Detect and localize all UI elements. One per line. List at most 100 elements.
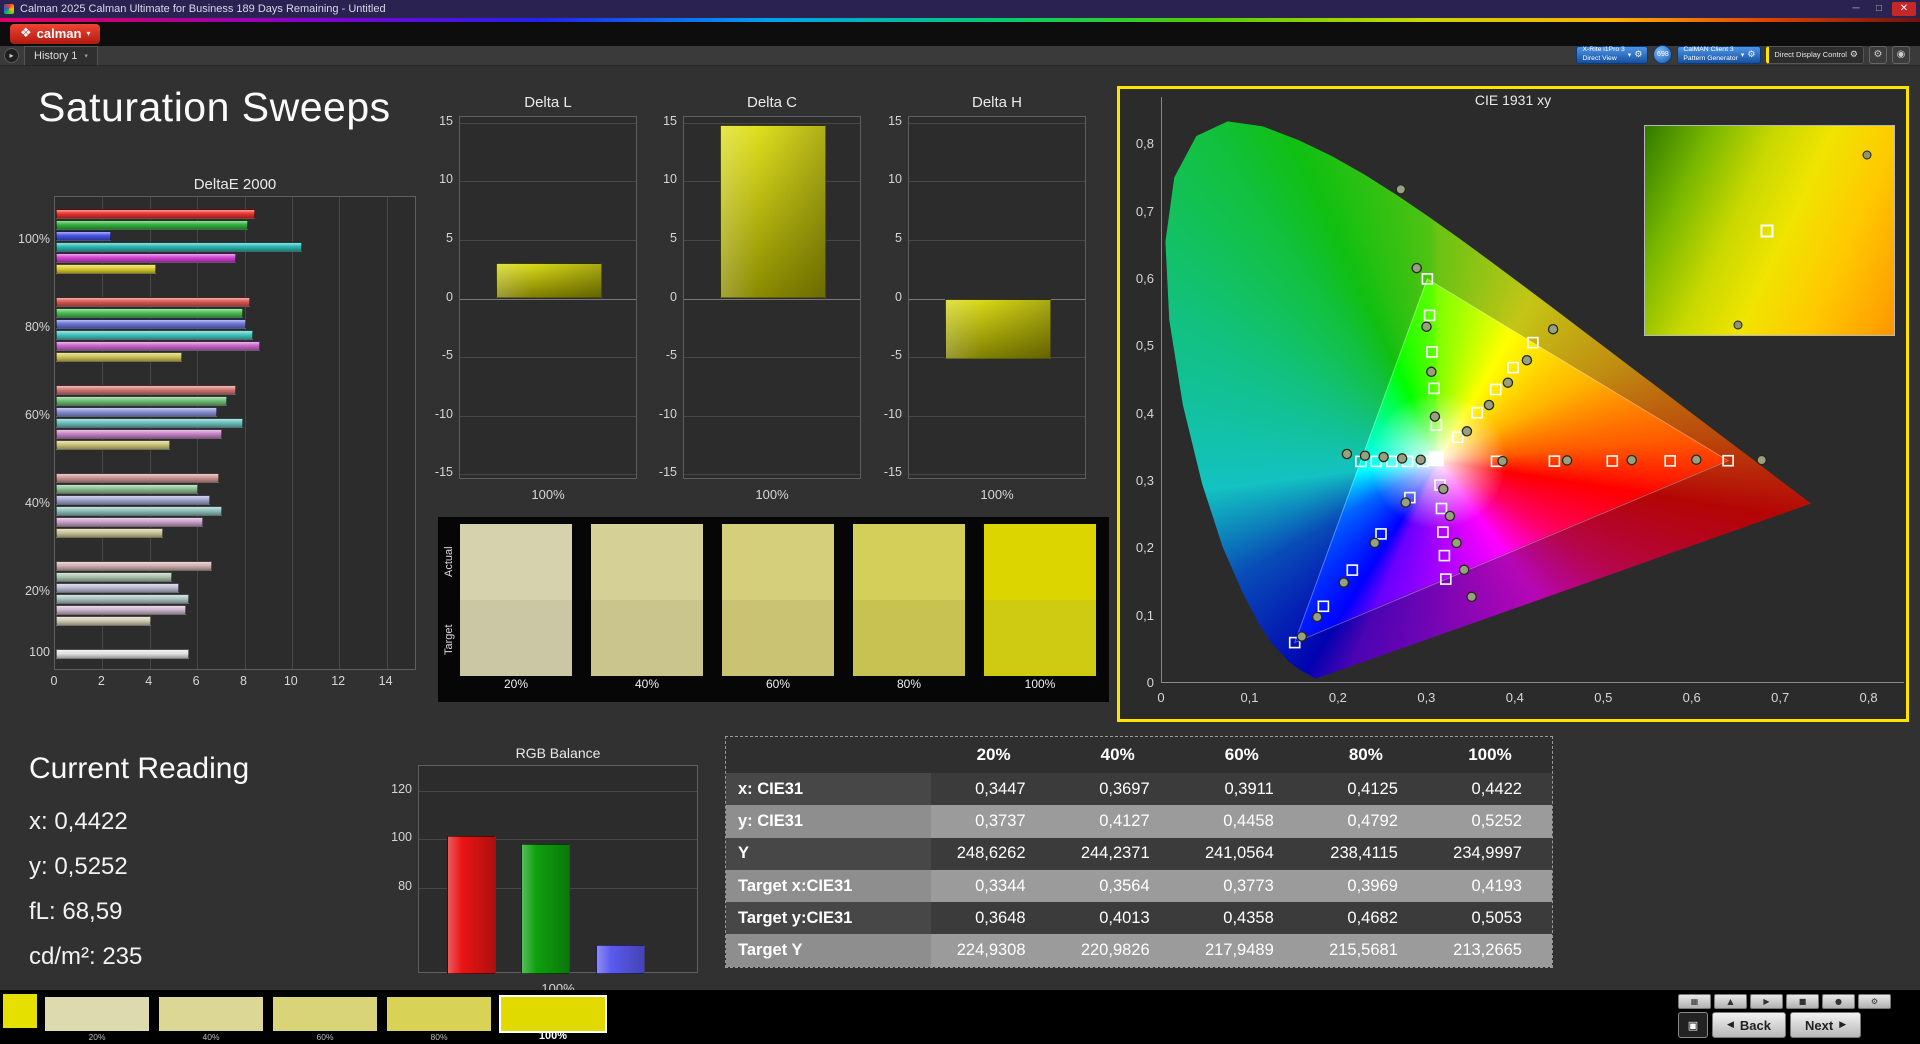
current-reading-panel: Current Reading x: 0,4422y: 0,5252fL: 68…: [29, 752, 249, 988]
pattern-strip: ▦▲▶■●⚙ ▣ ◀ Back Next ▶ 20%40%60%80%100%: [0, 990, 1920, 1044]
table-cell: 0,3773: [1180, 870, 1304, 902]
display-control-button[interactable]: Direct Display Control ⚙: [1766, 46, 1864, 64]
rgb-tick-label: 80: [378, 879, 412, 893]
target-point: [1437, 504, 1447, 514]
actual-swatch: [984, 524, 1096, 600]
maximize-button[interactable]: □: [1869, 2, 1889, 16]
record-button[interactable]: ●: [1822, 994, 1855, 1009]
measured-point: [1396, 185, 1405, 194]
deltae-bar: [56, 231, 111, 241]
source-line2: Pattern Generator: [1683, 55, 1737, 63]
delta-x-label: 100%: [459, 487, 637, 502]
cie-x-tick-label: 0,8: [1847, 690, 1891, 705]
deltae-bar: [56, 561, 212, 571]
table-cell: 0,3737: [931, 805, 1055, 837]
delta-tick-label: -15: [643, 465, 677, 479]
settings-button[interactable]: ⚙: [1869, 46, 1887, 64]
cie-y-tick-label: 0,4: [1122, 406, 1154, 421]
target-swatch: [460, 600, 572, 676]
pattern-level-label: 100%: [501, 1030, 605, 1042]
rgb-plot-area: [418, 765, 698, 973]
delta-tick-label: -10: [419, 407, 453, 421]
deltae-group-label: 100%: [8, 232, 50, 246]
cie-y-tick-label: 0,8: [1122, 136, 1154, 151]
power-button[interactable]: ◉: [1892, 46, 1910, 64]
history-nav-button[interactable]: ▸: [4, 48, 19, 63]
chart-title: Delta L: [459, 94, 637, 111]
rgb-bar-R: [447, 836, 496, 974]
delta-tick-label: -5: [643, 348, 677, 362]
logo-bar: ❖ calman ▾: [0, 22, 1920, 46]
measured-point: [1401, 498, 1410, 507]
pattern-level-20[interactable]: [45, 997, 149, 1031]
play-button[interactable]: ▶: [1750, 994, 1783, 1009]
deltae-bar: [56, 605, 186, 615]
delta-gridline: [684, 416, 860, 417]
pattern-generator-button[interactable]: CalMAN Client 3 Pattern Generator ▾ ⚙: [1677, 46, 1761, 64]
close-button[interactable]: ✕: [1892, 2, 1916, 16]
source-line1: CalMAN Client 3: [1683, 46, 1737, 54]
pattern-level-60[interactable]: [273, 997, 377, 1031]
pattern-window-button[interactable]: ▣: [1678, 1012, 1708, 1038]
minimize-button[interactable]: ─: [1846, 2, 1866, 16]
deltae-group-label: 20%: [8, 584, 50, 598]
table-column-header: 100%: [1428, 737, 1552, 773]
pattern-level-40[interactable]: [159, 997, 263, 1031]
deltae-bar: [56, 616, 151, 626]
pattern-level-label: 60%: [273, 1032, 377, 1042]
back-button[interactable]: ◀ Back: [1712, 1012, 1786, 1038]
deltae-bar: [56, 385, 236, 395]
cie-x-tick-label: 0,7: [1758, 690, 1802, 705]
pattern-level-100[interactable]: [501, 997, 605, 1031]
target-point: [1453, 432, 1463, 442]
settings-button[interactable]: ⚙: [1858, 994, 1891, 1009]
nav-small-buttons: ▦▲▶■●⚙: [1678, 994, 1891, 1009]
delta-gridline: [909, 416, 1085, 417]
table-cell: 248,6262: [931, 838, 1055, 870]
deltae-bar: [56, 209, 255, 219]
measured-point: [1416, 455, 1425, 464]
chevron-down-icon: ▾: [84, 52, 88, 60]
deltae-bar: [56, 583, 179, 593]
table-column-header: 20%: [932, 737, 1056, 773]
arrow-right-icon: ▶: [1839, 1020, 1846, 1030]
meter-status-badge[interactable]: 698: [1653, 45, 1672, 64]
chevron-down-icon: ▾: [1628, 51, 1632, 59]
next-button[interactable]: Next ▶: [1790, 1012, 1861, 1038]
deltae-bar: [56, 352, 182, 362]
deltae-bar: [56, 407, 217, 417]
chevron-down-icon: ▾: [86, 29, 90, 38]
delta-bar: [496, 263, 602, 298]
target-swatch: [853, 600, 965, 676]
active-color-swatch: [3, 994, 37, 1028]
pattern-grid-button[interactable]: ▦: [1678, 994, 1711, 1009]
swatch-column-label: 80%: [853, 677, 965, 691]
measurement-table: 20%40%60%80%100%x: CIE310,34470,36970,39…: [725, 736, 1553, 968]
current-reading-line: y: 0,5252: [29, 853, 249, 881]
stop-button[interactable]: ■: [1786, 994, 1819, 1009]
target-point: [1665, 456, 1675, 466]
delta-c-chart: Delta C 151050-5-10-15100%: [643, 94, 903, 514]
table-cell: 0,3564: [1056, 870, 1180, 902]
calman-menu-button[interactable]: ❖ calman ▾: [10, 24, 100, 44]
deltae-bar: [56, 330, 253, 340]
table-cell: 0,3344: [931, 870, 1055, 902]
delta-gridline: [684, 123, 860, 124]
table-cell: 0,5053: [1428, 902, 1552, 934]
delta-tick-label: 5: [419, 231, 453, 245]
delta-tick-label: 5: [643, 231, 677, 245]
delta-l-chart: Delta L 151050-5-10-15100%: [419, 94, 679, 514]
current-target-marker: [1430, 452, 1443, 465]
meter-button[interactable]: X-Rite i1Pro 3 Direct View ▾ ⚙: [1576, 46, 1648, 64]
cie-inset-measured-point: [1862, 151, 1871, 160]
arrow-up-button[interactable]: ▲: [1714, 994, 1747, 1009]
cie-y-tick-label: 0,1: [1122, 608, 1154, 623]
tab-history-1[interactable]: History 1 ▾: [24, 46, 98, 65]
cie-x-tick-label: 0,1: [1228, 690, 1272, 705]
gear-icon: ⚙: [1747, 50, 1755, 60]
pattern-level-80[interactable]: [387, 997, 491, 1031]
table-cell: 238,4115: [1304, 838, 1428, 870]
navigation-cluster: ▦▲▶■●⚙ ▣ ◀ Back Next ▶: [1678, 994, 1908, 1040]
measured-point: [1522, 356, 1531, 365]
table-cell: 0,5252: [1428, 805, 1552, 837]
